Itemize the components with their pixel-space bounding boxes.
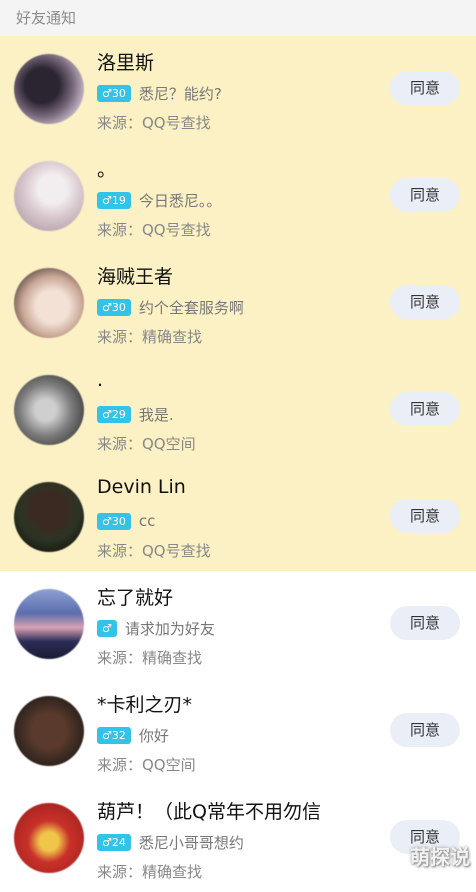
avatar[interactable] [14,54,84,124]
gender-age-badge: ♂19 [97,191,131,209]
avatar[interactable] [14,268,84,338]
gender-age-badge: ♂32 [97,726,131,744]
friend-request-item[interactable]: 海贼王者 ♂30 约个全套服务啊 来源：精确查找 同意 [0,250,476,357]
request-source: 来源：精确查找 [97,863,203,881]
friend-request-item[interactable]: 洛里斯 ♂30 悉尼？能约? 来源：QQ号查找 同意 [0,36,476,143]
gender-age-badge: ♂29 [97,405,131,423]
gender-age-badge: ♂30 [97,298,131,316]
watermark-logo: 萌探说 [410,845,470,869]
friend-request-item[interactable]: 葫芦！（此Q常年不用勿信 ♂24 悉尼小哥哥想约 来源：精确查找 同意 [0,785,476,892]
request-source: 来源：QQ空间 [97,756,196,774]
agree-button[interactable]: 同意 [390,71,460,105]
gender-age-badge: ♂30 [97,512,131,530]
request-message: 悉尼？能约? [138,84,222,103]
avatar[interactable] [14,696,84,766]
page-title: 好友通知 [0,0,476,36]
requester-name: 葫芦！（此Q常年不用勿信 [97,801,321,823]
agree-button[interactable]: 同意 [390,392,460,426]
request-message: cc [138,512,156,530]
avatar[interactable] [14,375,84,445]
request-message: 你好 [138,726,169,745]
request-message: 我是. [138,405,174,424]
request-source: 来源：QQ号查找 [97,221,211,239]
friend-request-item[interactable]: 。 ♂19 今日悉尼。。 来源：QQ号查找 同意 [0,143,476,250]
request-source: 来源：精确查找 [97,649,203,667]
avatar[interactable] [14,803,84,873]
request-source: 来源：QQ空间 [97,435,196,453]
avatar[interactable] [14,482,84,552]
agree-button[interactable]: 同意 [390,285,460,319]
request-message: 今日悉尼。。 [138,191,222,210]
avatar[interactable] [14,589,84,659]
requester-name: Devin Lin [97,476,186,498]
requester-name: *卡利之刃* [97,694,193,716]
friend-request-item[interactable]: . ♂29 我是. 来源：QQ空间 同意 [0,357,476,464]
friend-request-item[interactable]: *卡利之刃* ♂32 你好 来源：QQ空间 同意 [0,678,476,785]
avatar[interactable] [14,161,84,231]
requester-name: 忘了就好 [97,587,174,609]
request-source: 来源：精确查找 [97,328,203,346]
requester-name: . [97,369,104,391]
agree-button[interactable]: 同意 [390,499,460,533]
gender-age-badge: ♂ [97,619,117,637]
requester-name: 海贼王者 [97,266,174,288]
agree-button[interactable]: 同意 [390,606,460,640]
request-source: 来源：QQ号查找 [97,114,211,132]
requester-name: 洛里斯 [97,52,155,74]
gender-age-badge: ♂30 [97,84,131,102]
friend-request-list: 洛里斯 ♂30 悉尼？能约? 来源：QQ号查找 同意 。 ♂19 今日悉尼。。 … [0,36,476,892]
friend-request-item[interactable]: 忘了就好 ♂ 请求加为好友 来源：精确查找 同意 [0,571,476,678]
request-message: 请求加为好友 [124,619,215,638]
gender-age-badge: ♂24 [97,833,131,851]
request-source: 来源：QQ号查找 [97,542,211,560]
request-message: 悉尼小哥哥想约 [138,833,244,852]
request-message: 约个全套服务啊 [138,298,244,317]
requester-name: 。 [97,159,117,181]
friend-request-item[interactable]: Devin Lin ♂30 cc 来源：QQ号查找 同意 [0,464,476,571]
agree-button[interactable]: 同意 [390,713,460,747]
agree-button[interactable]: 同意 [390,178,460,212]
